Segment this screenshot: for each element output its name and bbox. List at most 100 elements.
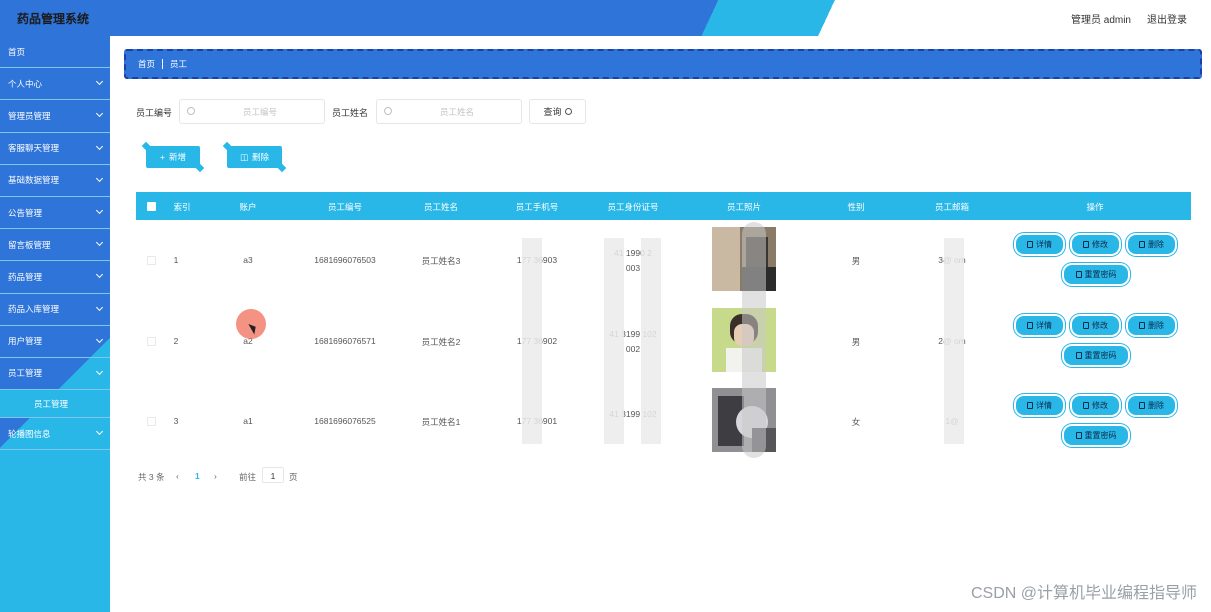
- emp-no-input[interactable]: [200, 103, 320, 120]
- pencil-icon: [1083, 402, 1089, 409]
- reset-password-button[interactable]: 重置密码: [1064, 345, 1128, 365]
- doc-icon: [1075, 432, 1082, 439]
- delete-label: 删除: [1148, 401, 1164, 410]
- doc-icon: [1027, 321, 1033, 329]
- search-label-emp-no: 员工编号: [136, 108, 173, 118]
- chevron-down-icon: [95, 271, 104, 279]
- sidebar-item-label: 客服聊天管理: [8, 143, 60, 154]
- cell-index: 3: [173, 416, 179, 426]
- search-icon: [564, 108, 572, 115]
- breadcrumb-current: 员工: [170, 59, 188, 69]
- col-header: 账户: [239, 202, 257, 212]
- detail-label: 详情: [1036, 320, 1052, 330]
- row-checkbox[interactable]: [147, 336, 156, 346]
- delete-label: 删除: [1148, 320, 1164, 330]
- table-row: 1 a3 1681696076503 员工姓名3 177 36903 41 19…: [136, 220, 1191, 301]
- sidebar-item-messages[interactable]: 留言板管理: [0, 229, 110, 262]
- detail-button[interactable]: 详情: [1016, 396, 1063, 415]
- sidebar-item-medicine[interactable]: 药品管理: [0, 261, 110, 294]
- privacy-blur: [742, 222, 766, 458]
- sidebar-subitem-staff-manage[interactable]: 员工管理: [0, 390, 110, 419]
- privacy-blur: [641, 238, 661, 444]
- edit-label: 修改: [1092, 240, 1108, 249]
- chevron-down-icon: [95, 206, 104, 214]
- edit-button[interactable]: 修改: [1072, 396, 1119, 415]
- watermark: CSDN @计算机毕业编程指导师: [970, 585, 1197, 602]
- chevron-down-icon: [95, 335, 104, 343]
- cell-account: a3: [243, 255, 253, 265]
- col-header: 员工姓名: [423, 202, 459, 212]
- sidebar-item-admin[interactable]: 管理员管理: [0, 100, 110, 133]
- cell-id-number-cont: 003: [625, 263, 641, 273]
- cell-account: a1: [243, 416, 253, 426]
- next-page-button[interactable]: ›: [214, 471, 217, 481]
- privacy-blur: [522, 238, 542, 444]
- sidebar-item-label: 留言板管理: [8, 239, 51, 250]
- col-header: 员工照片: [726, 202, 762, 212]
- reset-password-button[interactable]: 重置密码: [1064, 265, 1128, 284]
- sidebar-item-label: 药品入库管理: [8, 304, 60, 315]
- cell-gender: 女: [851, 417, 861, 427]
- prev-page-button[interactable]: ‹: [176, 471, 179, 481]
- sidebar-item-users[interactable]: 用户管理: [0, 326, 110, 358]
- sidebar-item-chat[interactable]: 客服聊天管理: [0, 133, 110, 165]
- sidebar-item-label: 员工管理: [34, 398, 69, 409]
- page-number-current[interactable]: 1: [195, 471, 200, 481]
- col-header: 性别: [847, 202, 865, 212]
- goto-prefix: 前往: [239, 472, 257, 482]
- trash-icon: ◫: [239, 151, 248, 162]
- emp-no-search-box: [179, 99, 325, 124]
- goto-page-input[interactable]: 1: [262, 467, 284, 483]
- chevron-down-icon: [95, 142, 104, 150]
- search-icon: [187, 107, 195, 115]
- pencil-icon: [1083, 321, 1089, 329]
- sidebar-item-basedata[interactable]: 基础数据管理: [0, 165, 110, 197]
- query-button[interactable]: 查询: [529, 99, 586, 124]
- cell-index: 1: [173, 255, 179, 265]
- reset-password-label: 重置密码: [1084, 270, 1117, 279]
- reset-password-label: 重置密码: [1084, 431, 1117, 440]
- chevron-down-icon: [95, 78, 104, 86]
- delete-button[interactable]: 删除: [1128, 315, 1175, 335]
- col-header: 员工邮箱: [934, 202, 970, 212]
- edit-button[interactable]: 修改: [1072, 235, 1119, 254]
- col-header: 员工手机号: [515, 202, 559, 212]
- sidebar-item-notice[interactable]: 公告管理: [0, 197, 110, 230]
- trash-icon: [1139, 402, 1145, 409]
- col-header: 员工编号: [327, 202, 363, 212]
- row-checkbox[interactable]: [147, 417, 156, 426]
- breadcrumb-separator: [162, 59, 164, 69]
- plus-icon: +: [160, 152, 165, 162]
- detail-button[interactable]: 详情: [1016, 315, 1063, 335]
- col-header: 索引: [173, 202, 191, 212]
- cell-name: 员工姓名2: [421, 336, 461, 347]
- sidebar-item-staff[interactable]: 员工管理: [0, 358, 110, 391]
- sidebar-item-profile[interactable]: 个人中心: [0, 68, 110, 101]
- row-checkbox[interactable]: [147, 256, 156, 265]
- select-all-checkbox[interactable]: [147, 202, 156, 211]
- sidebar-item-home[interactable]: 首页: [0, 36, 110, 69]
- cell-index: 2: [173, 335, 179, 346]
- breadcrumb-home[interactable]: 首页: [138, 58, 155, 70]
- sidebar-item-label: 首页: [8, 46, 26, 57]
- edit-label: 修改: [1092, 401, 1108, 410]
- logout-link[interactable]: 退出登录: [1147, 11, 1187, 26]
- staff-table: 索引 账户 员工编号 员工姓名 员工手机号 员工身份证号 员工照片 性别 员工邮…: [136, 192, 1191, 462]
- reset-password-button[interactable]: 重置密码: [1064, 426, 1128, 445]
- delete-button-label: 删除: [252, 152, 270, 162]
- current-user: 管理员 admin: [1070, 15, 1131, 26]
- edit-button[interactable]: 修改: [1072, 315, 1119, 335]
- batch-delete-button[interactable]: ◫ 删除: [227, 146, 282, 168]
- delete-button[interactable]: 删除: [1128, 396, 1175, 415]
- query-button-label: 查询: [543, 107, 562, 117]
- sidebar-item-stock-in[interactable]: 药品入库管理: [0, 294, 110, 326]
- top-bar-accent: [0, 0, 1211, 36]
- add-button[interactable]: + 新增: [146, 146, 200, 168]
- sidebar-item-carousel[interactable]: 轮播图信息: [0, 418, 110, 451]
- edit-label: 修改: [1092, 320, 1108, 330]
- emp-name-input[interactable]: [397, 103, 517, 120]
- sidebar-item-label: 个人中心: [8, 78, 43, 89]
- delete-button[interactable]: 删除: [1128, 235, 1175, 254]
- detail-button[interactable]: 详情: [1016, 235, 1063, 254]
- top-bar: 药品管理系统 管理员 admin 退出登录: [0, 0, 1211, 36]
